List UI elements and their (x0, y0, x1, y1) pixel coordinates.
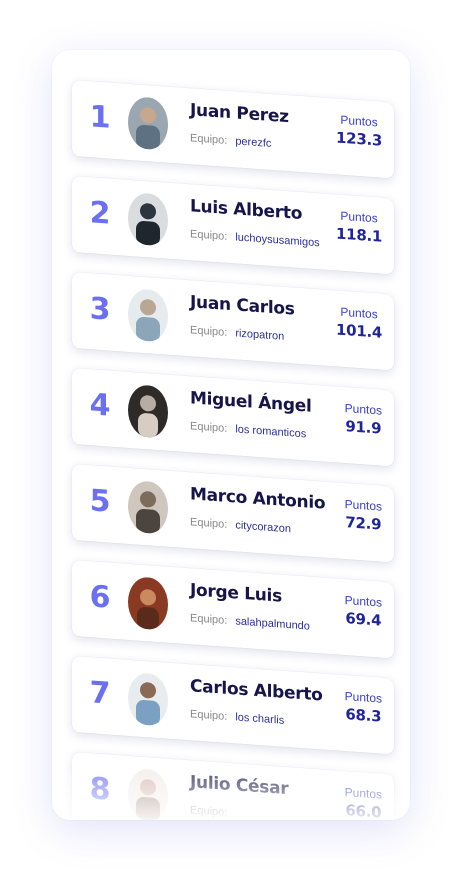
leaderboard-row[interactable]: 7 Carlos Alberto Equipo: los charlis Punt… (72, 656, 394, 755)
user-avatar-icon (128, 767, 168, 820)
player-name: Miguel Ángel (190, 388, 312, 417)
team-info: Equipo: los charlis (190, 708, 284, 727)
avatar (128, 287, 168, 343)
leaderboard-row[interactable]: 5 Marco Antonio Equipo: citycorazon Punto… (72, 464, 394, 563)
avatar (128, 767, 168, 820)
user-avatar-icon (128, 95, 168, 151)
points-label: Puntos (340, 112, 378, 130)
team-label: Equipo: (190, 324, 228, 339)
team-label: Equipo: (190, 420, 228, 435)
team-name: rizopatron (235, 327, 285, 343)
leaderboard-list: 1 Juan Perez Equipo: perezfc Puntos 123.3… (52, 50, 410, 820)
user-avatar-icon (128, 287, 168, 343)
team-info: Equipo: rizopatron (190, 324, 284, 343)
avatar (128, 575, 168, 631)
team-info: Equipo: salahpalmundo (190, 612, 310, 632)
player-name: Juan Perez (190, 100, 289, 128)
rank-number: 5 (89, 483, 111, 520)
team-name: luchoysusamigos (235, 231, 320, 250)
points-label: Puntos (344, 497, 382, 514)
points-value: 72.9 (345, 513, 382, 534)
rank-number: 3 (89, 291, 111, 328)
team-name: los romanticos (235, 423, 307, 441)
team-info: Equipo: los romanticos (190, 420, 306, 440)
user-avatar-icon (128, 191, 168, 247)
points-block: Puntos 66.0 (345, 785, 382, 820)
user-avatar-icon (128, 575, 168, 631)
points-value: 101.4 (336, 320, 382, 342)
team-name: salahpalmundo (235, 615, 310, 633)
points-value: 68.3 (345, 705, 382, 726)
rank-number: 7 (89, 675, 111, 712)
rank-number: 8 (89, 771, 111, 808)
points-block: Puntos 91.9 (345, 401, 382, 438)
points-label: Puntos (344, 689, 382, 706)
leaderboard-row[interactable]: 6 Jorge Luis Equipo: salahpalmundo Puntos… (72, 560, 394, 659)
points-block: Puntos 123.3 (336, 112, 382, 150)
team-name: perezfc (235, 135, 272, 150)
team-label: Equipo: (190, 228, 228, 243)
points-block: Puntos 101.4 (336, 304, 382, 342)
player-name: Marco Antonio (190, 484, 326, 514)
team-label: Equipo: (190, 132, 228, 147)
points-value: 123.3 (336, 128, 382, 150)
team-label: Equipo: (190, 516, 228, 531)
points-value: 118.1 (336, 224, 382, 246)
leaderboard-row[interactable]: 3 Juan Carlos Equipo: rizopatron Puntos 1… (72, 272, 394, 371)
user-avatar-icon (128, 479, 168, 535)
user-avatar-icon (128, 671, 168, 727)
team-label: Equipo: (190, 804, 228, 819)
team-label: Equipo: (190, 612, 228, 627)
points-label: Puntos (344, 785, 382, 802)
points-label: Puntos (344, 593, 382, 610)
points-value: 66.0 (345, 801, 382, 820)
points-label: Puntos (340, 208, 378, 226)
points-label: Puntos (340, 304, 378, 322)
points-block: Puntos 72.9 (345, 497, 382, 534)
rank-number: 1 (89, 99, 111, 136)
rank-number: 6 (89, 579, 111, 616)
leaderboard-row[interactable]: 2 Luis Alberto Equipo: luchoysusamigos Pu… (72, 176, 394, 275)
player-name: Jorge Luis (190, 580, 282, 607)
points-label: Puntos (344, 401, 382, 418)
leaderboard-row[interactable]: 1 Juan Perez Equipo: perezfc Puntos 123.3 (72, 80, 394, 179)
user-avatar-icon (128, 383, 168, 439)
avatar (128, 671, 168, 727)
player-name: Julio César (190, 772, 289, 800)
points-value: 69.4 (345, 609, 382, 630)
leaderboard-row[interactable]: 8 Julio César Equipo: Puntos 66.0 (72, 752, 394, 820)
leaderboard-row[interactable]: 4 Miguel Ángel Equipo: los romanticos Pun… (72, 368, 394, 467)
points-block: Puntos 69.4 (345, 593, 382, 630)
points-block: Puntos 118.1 (336, 208, 382, 246)
team-info: Equipo: perezfc (190, 132, 271, 150)
rank-number: 2 (89, 195, 111, 232)
team-name: los charlis (235, 711, 285, 727)
player-name: Carlos Alberto (190, 676, 323, 706)
avatar (128, 95, 168, 151)
player-name: Juan Carlos (190, 292, 295, 320)
leaderboard-panel: 1 Juan Perez Equipo: perezfc Puntos 123.3… (52, 50, 410, 820)
team-name: citycorazon (235, 519, 291, 536)
points-value: 91.9 (345, 417, 382, 438)
avatar (128, 479, 168, 535)
player-name: Luis Alberto (190, 196, 303, 225)
team-info: Equipo: luchoysusamigos (190, 228, 320, 249)
team-label: Equipo: (190, 708, 228, 723)
rank-number: 4 (89, 387, 111, 424)
team-info: Equipo: citycorazon (190, 516, 291, 535)
team-info: Equipo: (190, 804, 235, 819)
avatar (128, 383, 168, 439)
points-block: Puntos 68.3 (345, 689, 382, 726)
avatar (128, 191, 168, 247)
